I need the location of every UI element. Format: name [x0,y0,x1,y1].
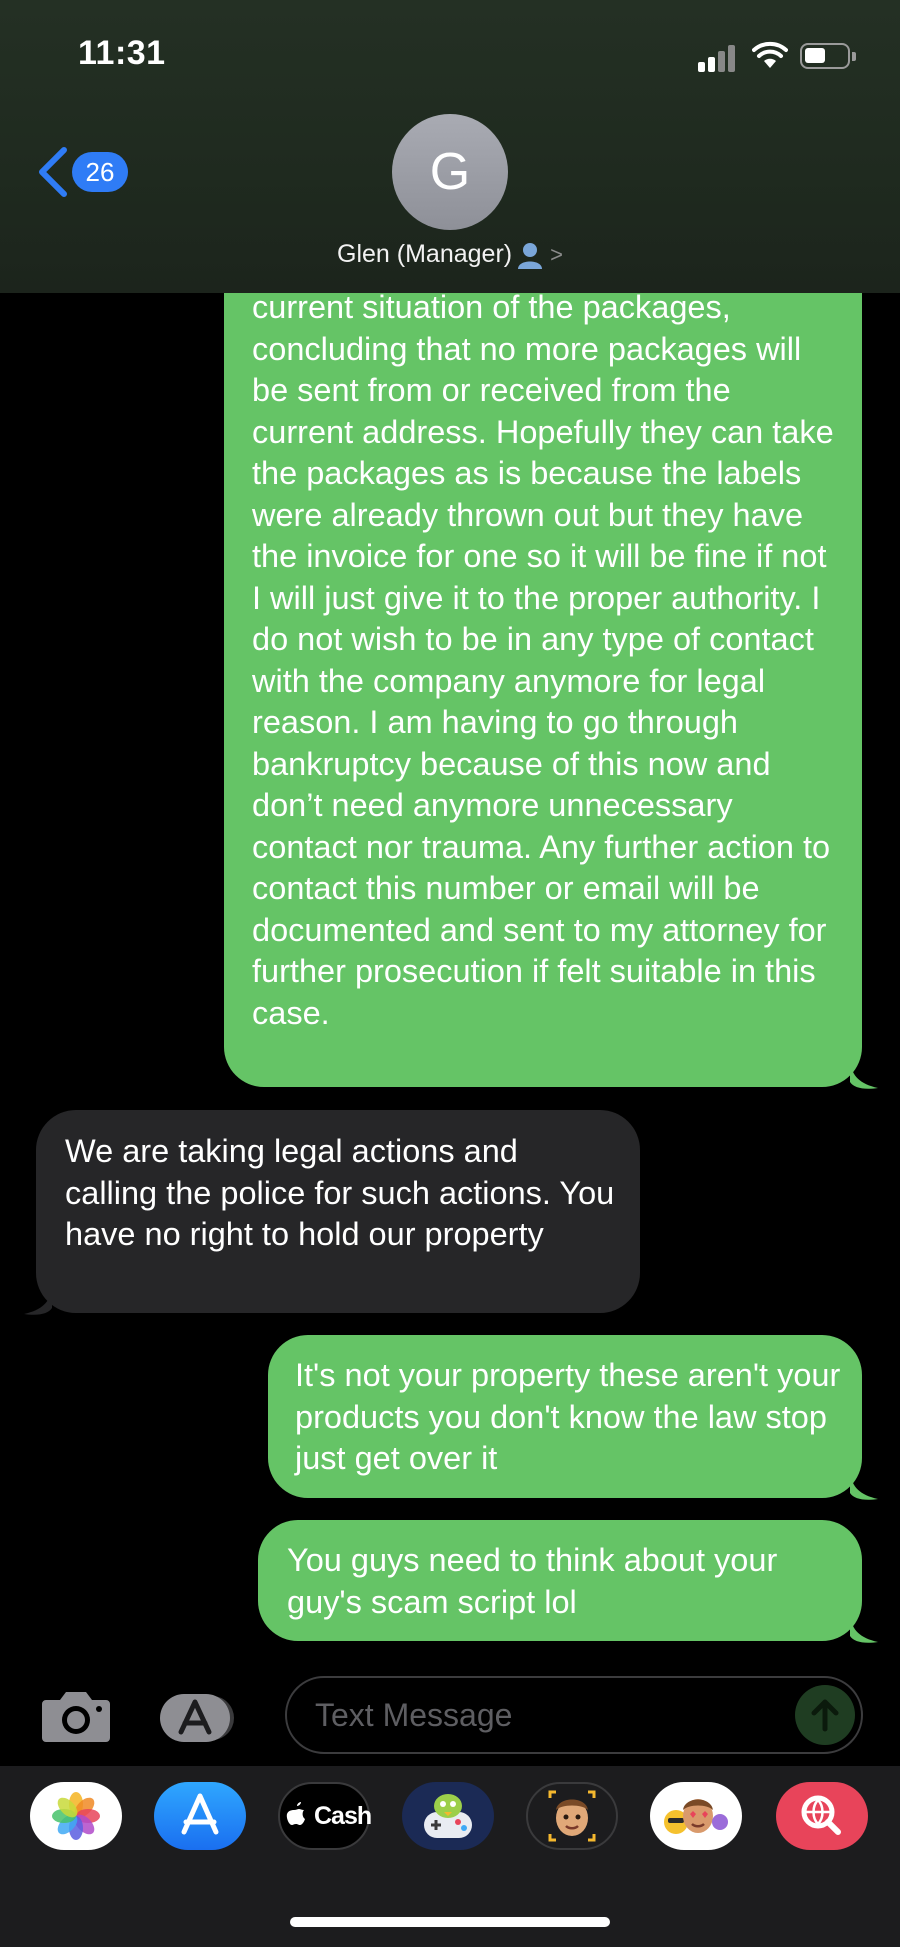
apple-cash-icon[interactable]: Cash [278,1782,372,1850]
images-search-icon[interactable] [776,1782,868,1850]
bubble-tail [24,1288,52,1315]
memoji-icon[interactable] [526,1782,618,1850]
message-bubble-received[interactable]: We are taking legal actions and calling … [36,1110,640,1313]
message-bubble-sent[interactable]: current situation of the packages, concl… [224,250,862,1087]
contact-avatar[interactable]: G [392,114,508,230]
memoji-stickers-icon[interactable] [650,1782,742,1850]
bubble-tail [850,1062,878,1089]
contact-name-button[interactable]: Glen (Manager) > [0,240,900,270]
game-pigeon-icon[interactable] [402,1782,494,1850]
send-button[interactable] [795,1685,855,1745]
chevron-right-icon: > [550,242,563,267]
message-input-placeholder: Text Message [315,1697,513,1733]
status-time: 11:31 [78,34,166,72]
message-text: You guys need to think about your guy's … [287,1542,778,1620]
person-icon [518,243,543,270]
home-indicator[interactable] [290,1917,610,1927]
message-text: current situation of the packages, concl… [252,289,834,1031]
message-bubble-sent[interactable]: You guys need to think about your guy's … [258,1520,862,1641]
app-store-icon[interactable] [154,1782,246,1850]
conversation-header: 11:31 26 G Glen (Manager) > [0,0,900,293]
back-chevron-icon[interactable] [36,146,70,198]
apps-button-icon[interactable] [160,1692,246,1744]
send-arrow-icon [811,1699,839,1732]
bubble-tail [850,1616,878,1643]
message-input[interactable]: Text Message [285,1676,863,1754]
cellular-signal-icon [698,44,738,72]
camera-icon[interactable] [40,1688,112,1744]
bubble-tail [850,1473,878,1500]
message-text: We are taking legal actions and calling … [65,1133,615,1252]
message-bubble-sent[interactable]: It's not your property these aren't your… [268,1335,862,1498]
photos-app-icon[interactable] [30,1782,122,1850]
unread-count-badge[interactable]: 26 [72,152,128,192]
wifi-icon [752,41,788,68]
cash-label: Cash [314,1802,372,1830]
message-text: It's not your property these aren't your… [295,1357,841,1476]
battery-icon [800,43,856,69]
contact-name: Glen (Manager) [337,240,513,268]
